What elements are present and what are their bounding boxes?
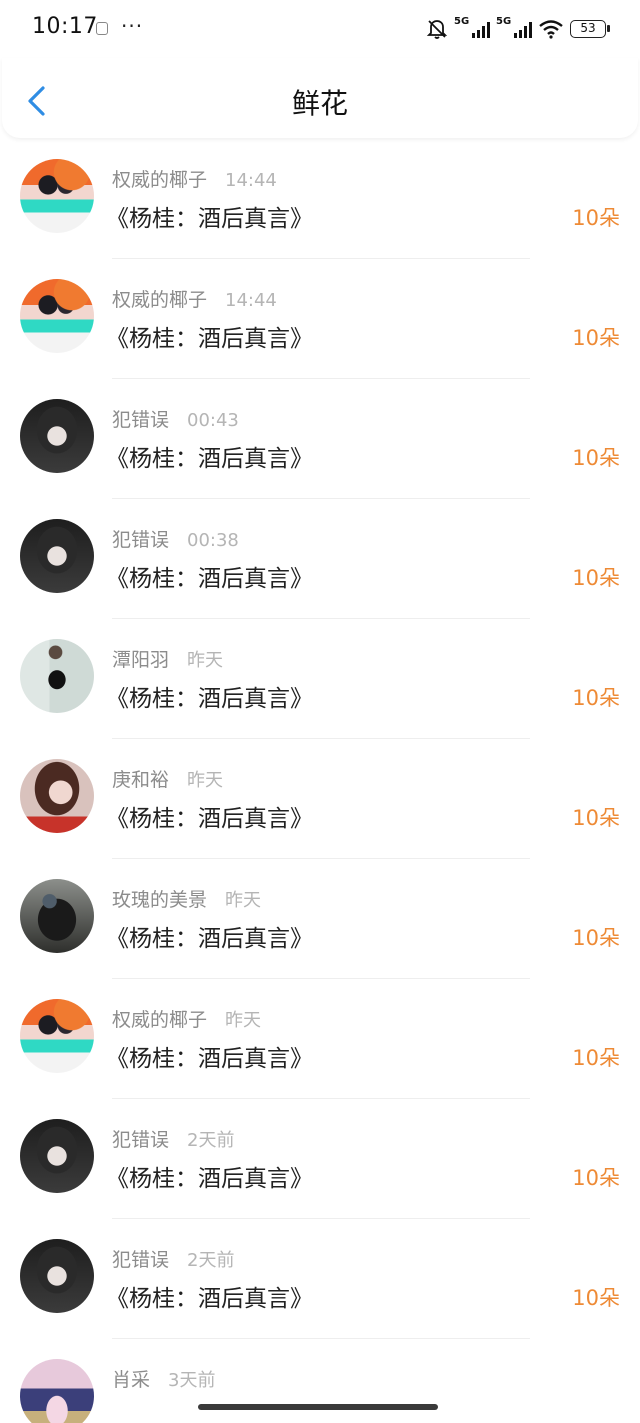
avatar[interactable] [20, 519, 94, 593]
network-label: 5G [496, 16, 512, 27]
avatar[interactable] [20, 279, 94, 353]
sender-name[interactable]: 犯错误 [112, 525, 169, 552]
avatar[interactable] [20, 1119, 94, 1193]
book-title[interactable]: 《杨桂：酒后真言》 [106, 1279, 313, 1313]
signal-5g-icon: 5G [496, 16, 532, 38]
avatar[interactable] [20, 159, 94, 233]
book-title[interactable]: 《杨桂：酒后真言》 [106, 1159, 313, 1193]
item-time: 14:44 [225, 290, 277, 311]
item-time: 2天前 [187, 1130, 235, 1151]
item-time: 昨天 [187, 650, 224, 671]
flower-count: 10朵 [572, 1046, 620, 1070]
item-time: 00:38 [187, 530, 239, 551]
item-time: 2天前 [187, 1250, 235, 1271]
list-item[interactable]: 玫瑰的美景 昨天 《杨桂：酒后真言》 10朵 [0, 859, 640, 979]
book-title[interactable]: 《杨桂：酒后真言》 [106, 919, 313, 953]
flower-count: 10朵 [572, 926, 620, 950]
sender-name[interactable]: 犯错误 [112, 405, 169, 432]
more-status-icon: ··· [121, 14, 144, 38]
book-title[interactable]: 《杨桂：酒后真言》 [106, 679, 313, 713]
sender-name[interactable]: 犯错误 [112, 1125, 169, 1152]
list-item[interactable]: 犯错误 2天前 《杨桂：酒后真言》 10朵 [0, 1219, 640, 1339]
item-meta: 犯错误 2天前 [112, 1125, 234, 1153]
avatar[interactable] [20, 999, 94, 1073]
book-title[interactable]: 《杨桂：酒后真言》 [106, 319, 313, 353]
gift-flowers-screen: 10:17 ··· 5G 5G 53 鲜花 权威的椰子 14:44 《杨桂：酒后… [0, 0, 640, 1423]
list-item[interactable]: 犯错误 00:38 《杨桂：酒后真言》 10朵 [0, 499, 640, 619]
flower-count: 10朵 [572, 686, 620, 710]
flower-count: 10朵 [572, 806, 620, 830]
book-title[interactable]: 《杨桂：酒后真言》 [106, 199, 313, 233]
signal-5g-icon: 5G [454, 16, 490, 38]
sender-name[interactable]: 权威的椰子 [112, 165, 207, 192]
status-time: 10:17 [32, 14, 98, 39]
list-item[interactable]: 犯错误 00:43 《杨桂：酒后真言》 10朵 [0, 379, 640, 499]
page-title: 鲜花 [291, 87, 348, 120]
flower-count: 10朵 [572, 446, 620, 470]
flower-list: 权威的椰子 14:44 《杨桂：酒后真言》 10朵 权威的椰子 14:44 《杨… [0, 139, 640, 1423]
item-time: 昨天 [225, 1010, 262, 1031]
sender-name[interactable]: 庚和裕 [112, 765, 169, 792]
list-item[interactable]: 潭阳羽 昨天 《杨桂：酒后真言》 10朵 [0, 619, 640, 739]
sender-name[interactable]: 潭阳羽 [112, 645, 169, 672]
item-meta: 潭阳羽 昨天 [112, 645, 223, 673]
item-time: 昨天 [187, 770, 224, 791]
book-title[interactable]: 《杨桂：酒后真言》 [106, 799, 313, 833]
item-meta: 犯错误 00:43 [112, 405, 239, 433]
list-item[interactable]: 权威的椰子 14:44 《杨桂：酒后真言》 10朵 [0, 139, 640, 259]
item-meta: 肖采 3天前 [112, 1365, 215, 1393]
avatar[interactable] [20, 399, 94, 473]
network-label: 5G [454, 16, 470, 27]
sender-name[interactable]: 犯错误 [112, 1245, 169, 1272]
notification-icon [96, 22, 108, 35]
avatar[interactable] [20, 759, 94, 833]
status-bar: 10:17 ··· 5G 5G 53 [0, 0, 640, 58]
status-icons: 5G 5G 53 [426, 16, 610, 42]
flower-count: 10朵 [572, 566, 620, 590]
item-meta: 权威的椰子 14:44 [112, 285, 277, 313]
item-meta: 玫瑰的美景 昨天 [112, 885, 261, 913]
battery-icon: 53 [570, 20, 610, 38]
sender-name[interactable]: 玫瑰的美景 [112, 885, 207, 912]
list-item[interactable]: 肖采 3天前 [0, 1339, 640, 1423]
item-meta: 犯错误 2天前 [112, 1245, 234, 1273]
book-title[interactable]: 《杨桂：酒后真言》 [106, 559, 313, 593]
sender-name[interactable]: 肖采 [112, 1365, 150, 1392]
item-meta: 犯错误 00:38 [112, 525, 239, 553]
item-time: 14:44 [225, 170, 277, 191]
item-time: 昨天 [225, 890, 262, 911]
nav-header: 鲜花 [2, 58, 638, 138]
list-item[interactable]: 权威的椰子 14:44 《杨桂：酒后真言》 10朵 [0, 259, 640, 379]
list-item[interactable]: 庚和裕 昨天 《杨桂：酒后真言》 10朵 [0, 739, 640, 859]
flower-count: 10朵 [572, 326, 620, 350]
wifi-icon [539, 20, 563, 39]
item-time: 00:43 [187, 410, 239, 431]
flower-count: 10朵 [572, 1166, 620, 1190]
sender-name[interactable]: 权威的椰子 [112, 285, 207, 312]
mute-bell-icon [426, 20, 448, 39]
flower-count: 10朵 [572, 206, 620, 230]
book-title[interactable]: 《杨桂：酒后真言》 [106, 439, 313, 473]
list-item[interactable]: 权威的椰子 昨天 《杨桂：酒后真言》 10朵 [0, 979, 640, 1099]
item-meta: 庚和裕 昨天 [112, 765, 223, 793]
avatar[interactable] [20, 639, 94, 713]
home-indicator[interactable] [198, 1404, 438, 1410]
book-title[interactable]: 《杨桂：酒后真言》 [106, 1039, 313, 1073]
avatar[interactable] [20, 1359, 94, 1423]
avatar[interactable] [20, 1239, 94, 1313]
item-time: 3天前 [168, 1370, 216, 1391]
sender-name[interactable]: 权威的椰子 [112, 1005, 207, 1032]
item-meta: 权威的椰子 14:44 [112, 165, 277, 193]
item-meta: 权威的椰子 昨天 [112, 1005, 261, 1033]
flower-count: 10朵 [572, 1286, 620, 1310]
avatar[interactable] [20, 879, 94, 953]
list-item[interactable]: 犯错误 2天前 《杨桂：酒后真言》 10朵 [0, 1099, 640, 1219]
